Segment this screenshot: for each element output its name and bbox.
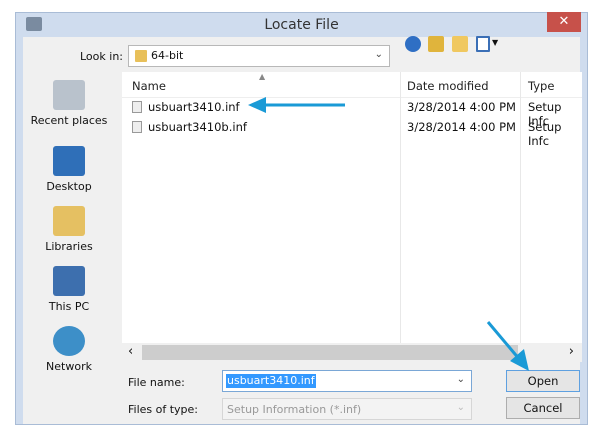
arrow-to-open	[486, 321, 529, 371]
arrow-to-file	[248, 97, 345, 113]
annotation-arrows	[248, 97, 529, 371]
